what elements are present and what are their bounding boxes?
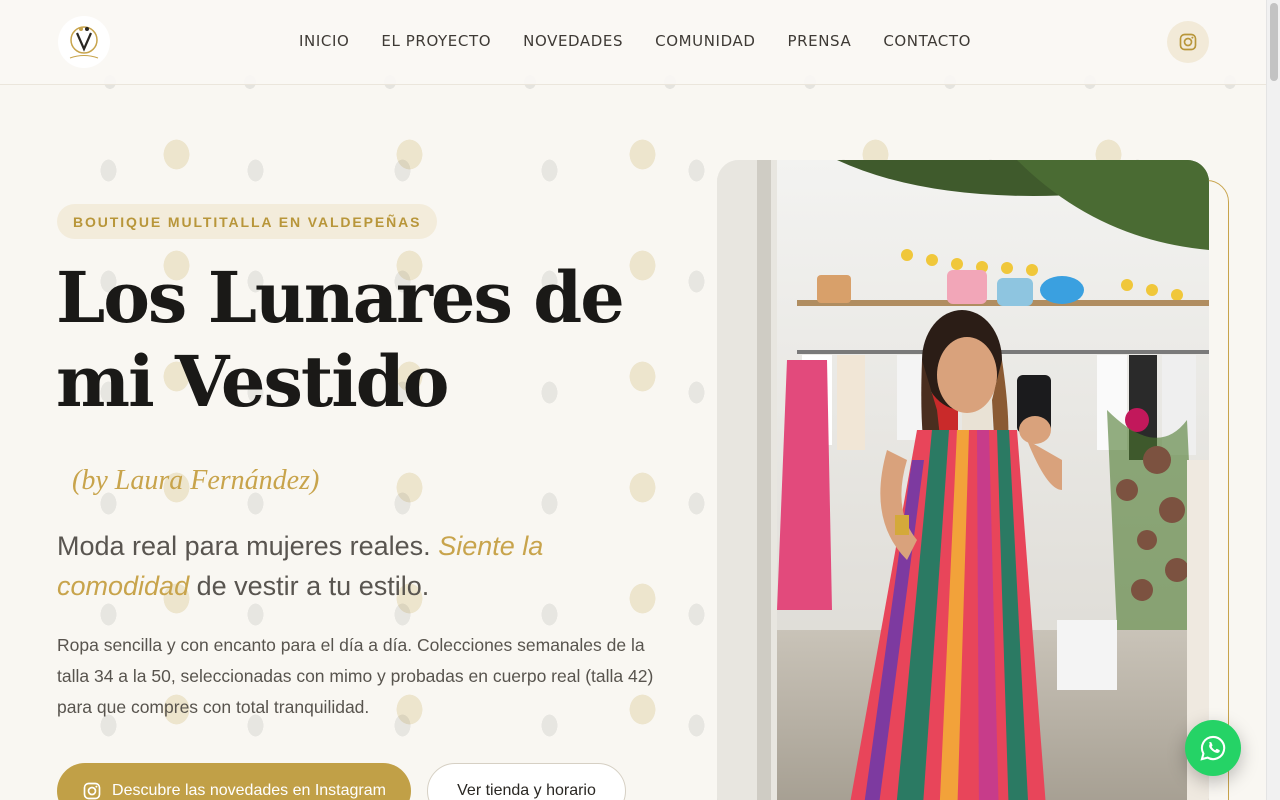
whatsapp-icon — [1200, 735, 1226, 761]
instagram-novedades-button[interactable]: Descubre las novedades en Instagram — [57, 763, 411, 800]
instagram-header-button[interactable] — [1167, 21, 1209, 63]
nav-novedades[interactable]: NOVEDADES — [523, 31, 623, 51]
nav-prensa[interactable]: PRENSA — [787, 31, 851, 51]
primary-button-label: Descubre las novedades en Instagram — [112, 782, 386, 799]
hero-description: Ropa sencilla y con encanto para el día … — [57, 635, 654, 717]
tagline-start: Moda real para mujeres reales. — [57, 531, 431, 561]
site-header: INICIO EL PROYECTO NOVEDADES COMUNIDAD P… — [0, 0, 1266, 85]
nav-comunidad[interactable]: COMUNIDAD — [655, 31, 755, 51]
scrollbar[interactable] — [1266, 0, 1280, 800]
instagram-icon — [1179, 33, 1197, 51]
scrollbar-thumb[interactable] — [1270, 3, 1278, 81]
hero-tagline: Moda real para mujeres reales. Siente la… — [57, 526, 617, 606]
instagram-icon — [83, 782, 101, 800]
nav-contacto[interactable]: CONTACTO — [883, 31, 971, 51]
hero-badge: BOUTIQUE MULTITALLA EN VALDEPEÑAS — [57, 204, 438, 239]
whatsapp-floating-button[interactable] — [1185, 720, 1241, 776]
main-nav: INICIO EL PROYECTO NOVEDADES COMUNIDAD P… — [299, 31, 971, 51]
tienda-horario-button[interactable]: Ver tienda y horario — [427, 763, 626, 800]
hero-title: Los Lunares de mi Vestido — [56, 256, 625, 423]
hero-photo — [717, 160, 1209, 800]
lunares-logo-icon[interactable] — [58, 16, 110, 68]
hero-byline: (by Laura Fernández) — [72, 465, 320, 496]
nav-el-proyecto[interactable]: EL PROYECTO — [381, 31, 491, 51]
tagline-end: de vestir a tu estilo. — [196, 571, 430, 601]
secondary-button-label: Ver tienda y horario — [457, 782, 596, 799]
nav-inicio[interactable]: INICIO — [299, 31, 349, 51]
